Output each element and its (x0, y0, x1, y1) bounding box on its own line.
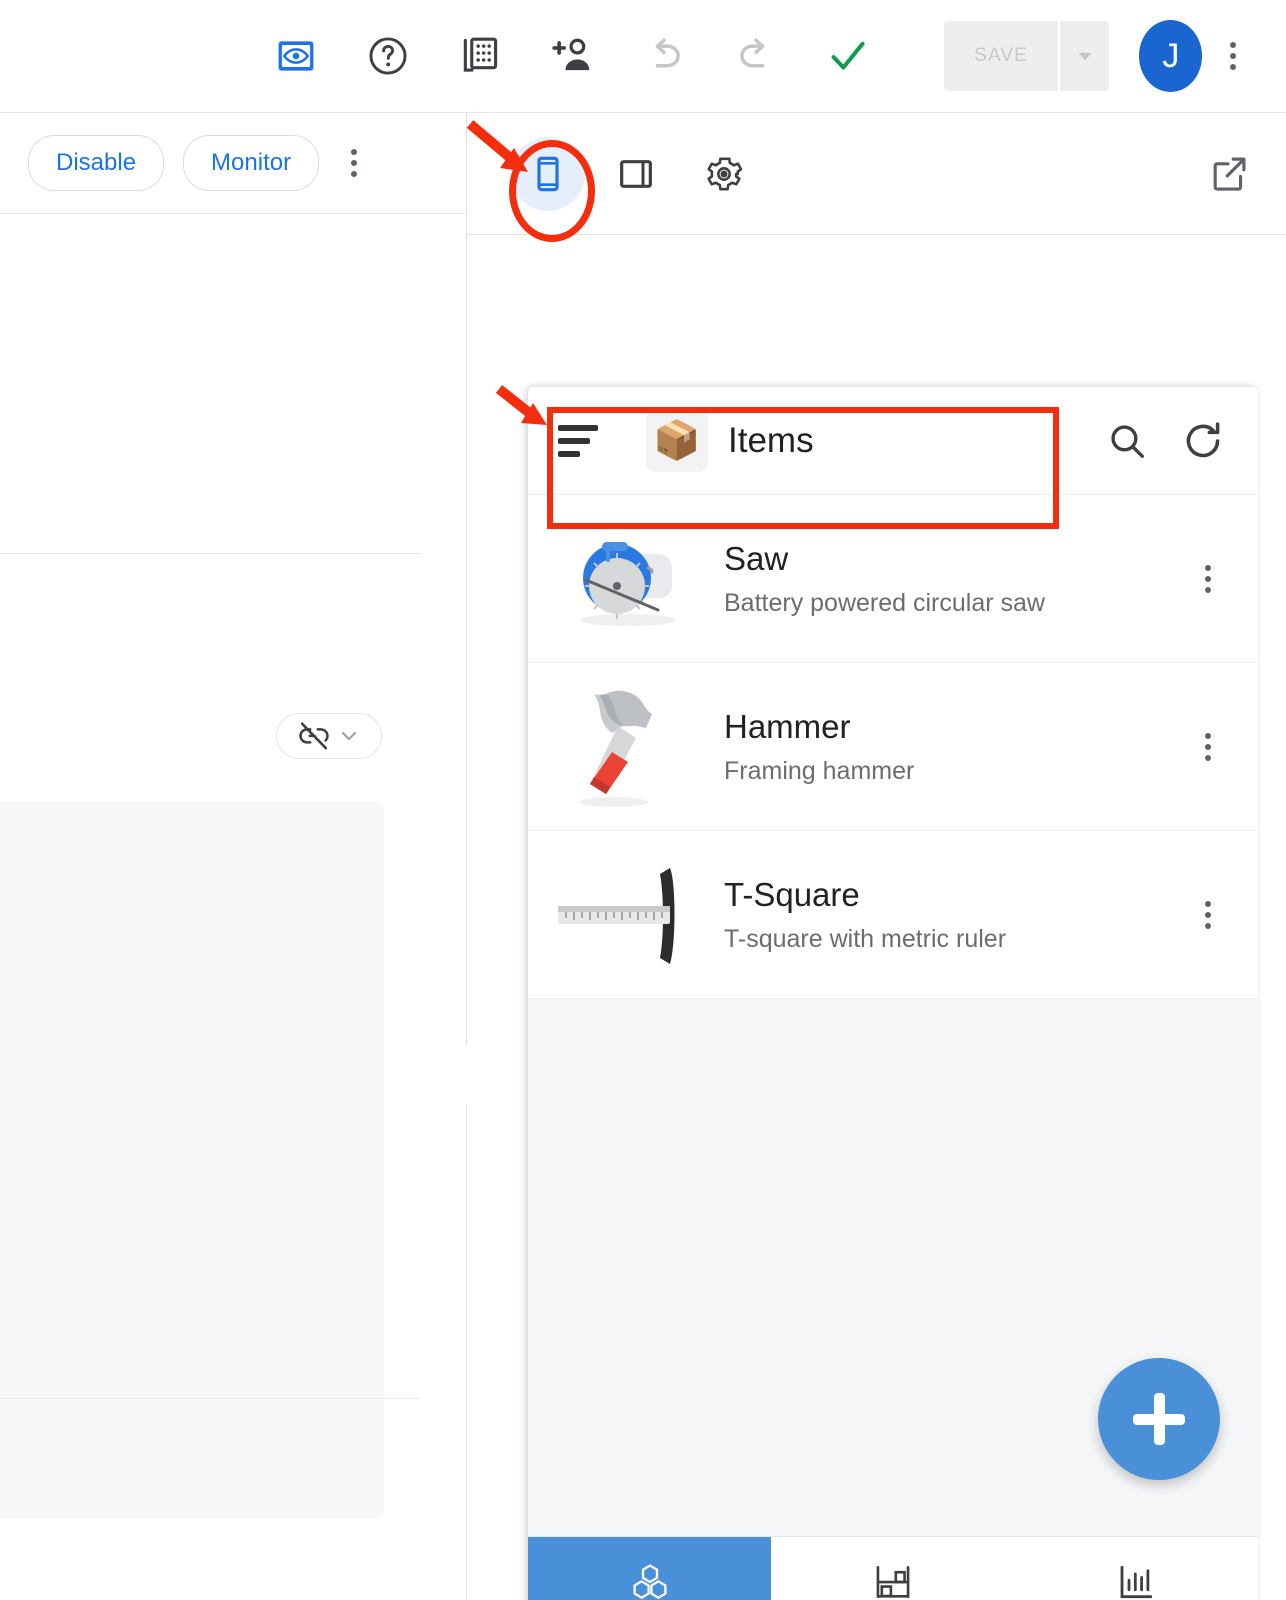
list-item-texts: T-Square T-square with metric ruler (724, 875, 1178, 954)
item-list: Saw Battery powered circular saw Hammer … (528, 495, 1258, 999)
nav-tab-levels[interactable]: Levels (1015, 1537, 1258, 1600)
preview-settings-button[interactable] (687, 137, 761, 211)
list-item-description: Framing hammer (724, 756, 915, 785)
phone-frame: 📦 Items Saw Battery powered circular saw… (528, 387, 1258, 1600)
top-more-options-icon[interactable] (1202, 21, 1264, 91)
help-icon[interactable] (342, 16, 434, 96)
monitor-button[interactable]: Monitor (183, 135, 320, 191)
list-item-more-icon[interactable] (1178, 732, 1238, 761)
top-toolbar-icon-group (250, 16, 894, 96)
list-item-title: Hammer (724, 708, 851, 746)
redo-icon[interactable] (710, 16, 802, 96)
preview-canvas: 📦 Items Saw Battery powered circular saw… (467, 235, 1286, 1600)
disable-button[interactable]: Disable (28, 135, 165, 191)
preview-pane: 📦 Items Saw Battery powered circular saw… (467, 113, 1286, 1600)
list-item-description: Battery powered circular saw (724, 588, 1045, 617)
undo-icon[interactable] (618, 16, 710, 96)
search-icon[interactable] (1096, 410, 1158, 472)
list-item[interactable]: T-Square T-square with metric ruler (528, 831, 1258, 999)
link-off-dropdown[interactable] (276, 713, 382, 759)
phone-preview-button[interactable] (511, 136, 585, 211)
link-off-icon (298, 722, 329, 750)
app-header: 📦 Items (528, 387, 1258, 495)
device-toolbar (467, 113, 1286, 235)
open-in-new-icon (1213, 157, 1246, 191)
sort-icon[interactable] (550, 424, 610, 457)
refresh-icon[interactable] (1172, 410, 1234, 472)
phone-icon (537, 156, 559, 191)
list-item-more-icon[interactable] (1178, 564, 1238, 593)
top-toolbar: SAVE J (0, 0, 1286, 113)
list-item-texts: Saw Battery powered circular saw (724, 539, 1178, 618)
check-icon[interactable] (802, 16, 894, 96)
cubes-icon (633, 1563, 667, 1599)
kebab-dots (1205, 564, 1211, 593)
kebab-dots (351, 149, 358, 177)
kebab-dots (1230, 42, 1237, 70)
avatar[interactable]: J (1139, 20, 1203, 92)
save-button-group: SAVE (944, 21, 1110, 91)
list-item[interactable]: Hammer Framing hammer (528, 663, 1258, 831)
hammer-icon (552, 682, 702, 812)
kebab-dots (1205, 900, 1211, 929)
shelf-icon (876, 1565, 910, 1598)
tablet-preview-button[interactable] (599, 137, 673, 211)
left-editor-panel: Disable Monitor (0, 113, 467, 1600)
nav-tab-items[interactable]: Items (528, 1537, 772, 1600)
kebab-dots (1205, 732, 1211, 761)
left-panel-more-icon[interactable] (351, 149, 358, 177)
gear-icon (707, 157, 743, 190)
preview-icon[interactable] (250, 16, 342, 96)
open-external-button[interactable] (1208, 153, 1250, 195)
save-dropdown-arrow[interactable] (1060, 21, 1110, 91)
bottom-navigation: Items Inventory Log (528, 1536, 1258, 1600)
list-item-title: T-Square (724, 876, 860, 914)
tablet-icon (620, 159, 652, 188)
t-square-icon (552, 850, 702, 980)
circular-saw-icon (552, 514, 702, 644)
left-panel-divider (0, 553, 420, 554)
left-panel-action-row: Disable Monitor (0, 113, 466, 214)
add-person-icon[interactable] (526, 16, 618, 96)
save-button[interactable]: SAVE (944, 21, 1059, 91)
app-content-area (528, 999, 1258, 1536)
left-panel-preview-placeholder (0, 801, 384, 1519)
list-item-texts: Hammer Framing hammer (724, 707, 1178, 786)
list-item[interactable]: Saw Battery powered circular saw (528, 495, 1258, 663)
left-panel-divider-2 (0, 1398, 420, 1399)
list-item-more-icon[interactable] (1178, 900, 1238, 929)
list-item-title: Saw (724, 540, 789, 578)
app-gallery-icon[interactable] (434, 16, 526, 96)
nav-tab-inventory-log[interactable]: Inventory Log (771, 1537, 1014, 1600)
list-item-description: T-square with metric ruler (724, 924, 1007, 953)
app-title: Items (728, 420, 814, 460)
add-item-fab[interactable] (1098, 1358, 1220, 1480)
chevron-down-icon (341, 731, 356, 741)
app-root: SAVE J Disable Monitor 📦 Items Saw Batte… (0, 0, 1286, 1600)
app-logo-icon: 📦 (646, 409, 708, 472)
bar-chart-icon (1120, 1565, 1153, 1598)
